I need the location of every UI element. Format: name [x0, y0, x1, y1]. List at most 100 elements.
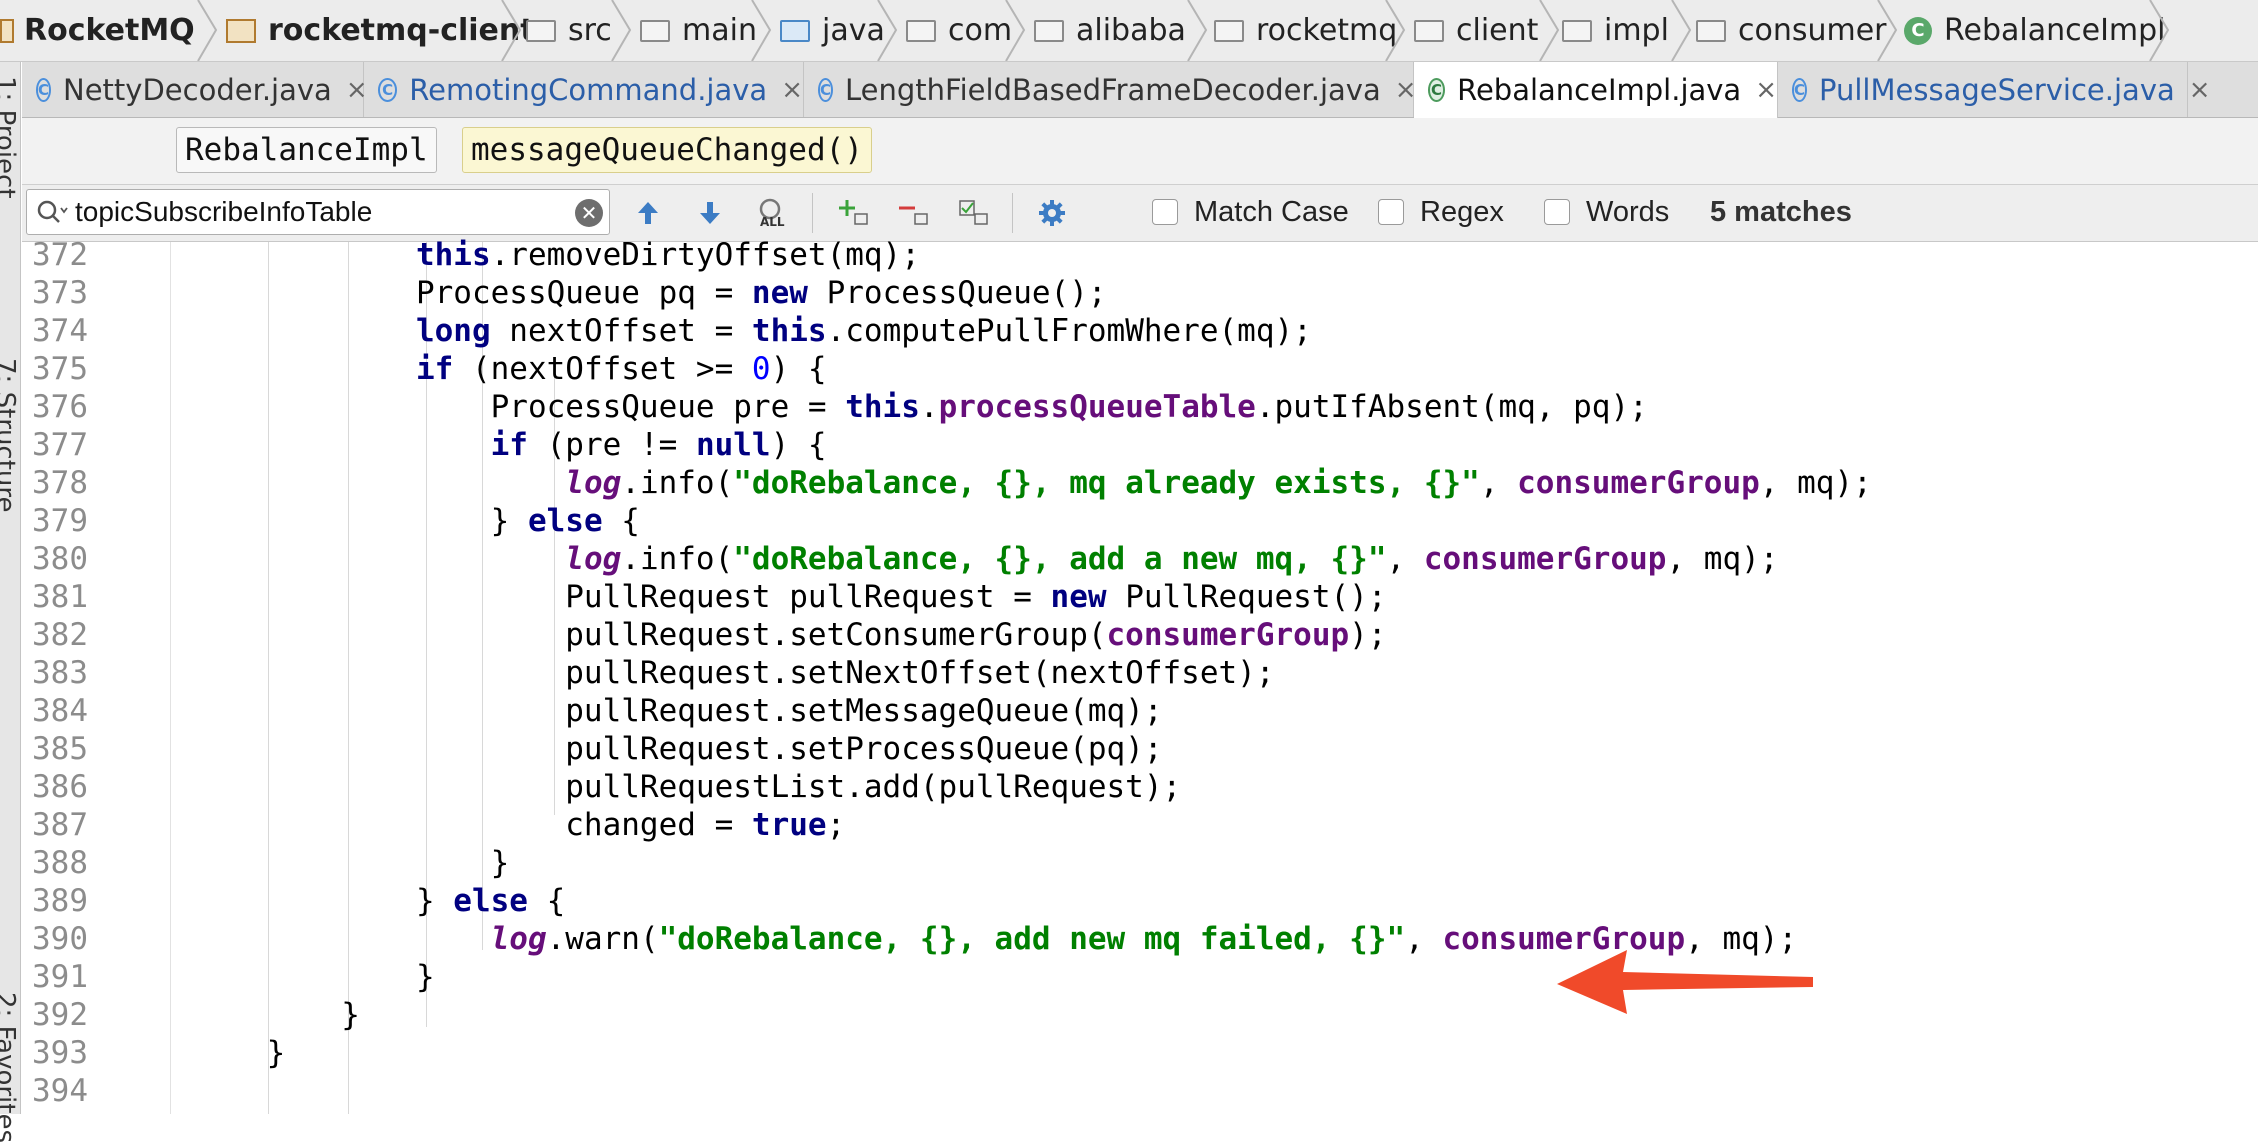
clear-icon[interactable]: ✕: [575, 199, 603, 227]
breadcrumb-label: rocketmq-client: [268, 13, 535, 48]
method-crumb[interactable]: messageQueueChanged(): [462, 127, 872, 173]
code-line: 386 pullRequestList.add(pullRequest);: [22, 768, 2258, 806]
breadcrumb-label: src: [568, 13, 612, 48]
breadcrumb-label: com: [948, 13, 1013, 48]
line-number: 390: [32, 921, 88, 957]
tab-label: RemotingCommand.java: [409, 72, 768, 107]
chevron-right-icon: [1384, 0, 1406, 61]
breadcrumb-item-client[interactable]: client: [1414, 0, 1538, 61]
code-token: if: [415, 351, 454, 387]
chevron-right-icon: [1186, 0, 1208, 61]
code-text: PullRequest pullRequest = new PullReques…: [192, 578, 1386, 616]
close-icon[interactable]: ×: [781, 75, 803, 105]
code-line: 391 }: [22, 958, 2258, 996]
navigation-bar: RocketMQ rocketmq-client src main java c…: [0, 0, 2258, 62]
package-icon: [1034, 19, 1064, 42]
package-icon: [1562, 19, 1592, 42]
add-selection-icon: [839, 200, 868, 225]
code-line: 380 log.info("doRebalance, {}, add a new…: [22, 540, 2258, 578]
line-number: 381: [32, 579, 88, 615]
source-folder-icon: [780, 19, 810, 42]
tab-pull-message-service[interactable]: C PullMessageService.java ×: [1778, 62, 2211, 117]
line-number: 375: [32, 351, 88, 387]
breadcrumb-item-consumer[interactable]: consumer: [1696, 0, 1887, 61]
code-token: .removeDirtyOffset(mq);: [490, 237, 920, 273]
favorites-tool-button[interactable]: 2: Favorites: [0, 992, 20, 1143]
code-token: new: [751, 275, 808, 311]
add-occurrence-button[interactable]: [834, 193, 874, 233]
breadcrumb-label: rocketmq: [1256, 13, 1398, 48]
package-icon: [906, 19, 936, 42]
breadcrumb-item-alibaba[interactable]: alibaba: [1034, 0, 1186, 61]
tab-length-field-decoder[interactable]: C LengthFieldBasedFrameDecoder.java ×: [804, 62, 1417, 117]
breadcrumb-item-com[interactable]: com: [906, 0, 1012, 61]
search-input[interactable]: [75, 194, 545, 230]
close-icon[interactable]: ×: [1755, 75, 1777, 105]
words-checkbox[interactable]: [1544, 199, 1570, 225]
breadcrumb-item-rocketmq[interactable]: rocketmq: [1214, 0, 1397, 61]
breadcrumb-item-project[interactable]: RocketMQ: [0, 0, 195, 61]
exclude-occurrence-button[interactable]: [954, 193, 994, 233]
package-icon: [1696, 19, 1726, 42]
code-editor[interactable]: 372 this.removeDirtyOffset(mq); 373 Proce…: [22, 237, 2258, 1114]
editor-tab-bar: C NettyDecoder.java × C RemotingCommand.…: [22, 62, 2258, 118]
breadcrumb-item-main[interactable]: main: [640, 0, 757, 61]
code-line: 381 PullRequest pullRequest = new PullRe…: [22, 578, 2258, 616]
tab-rebalance-impl[interactable]: C RebalanceImpl.java ×: [1414, 62, 1778, 118]
tab-remoting-command[interactable]: C RemotingCommand.java ×: [364, 62, 804, 117]
tab-label: RebalanceImpl.java: [1457, 73, 1742, 107]
folder-icon: [0, 18, 14, 43]
breadcrumb-item-class[interactable]: C RebalanceImpl: [1904, 0, 2166, 61]
code-line: 392 }: [22, 996, 2258, 1034]
close-icon[interactable]: ×: [2189, 75, 2211, 105]
code-token: .putIfAbsent(mq, pq);: [1255, 389, 1648, 425]
code-token: {: [527, 883, 566, 919]
structure-tool-button[interactable]: 7: Structure: [0, 358, 20, 513]
code-text: pullRequest.setNextOffset(nextOffset);: [192, 654, 1274, 692]
exclude-selection-icon: [959, 200, 988, 225]
breadcrumb-item-java[interactable]: java: [780, 0, 885, 61]
line-number: 373: [32, 275, 88, 311]
code-token: }: [192, 1035, 286, 1071]
next-occurrence-button[interactable]: [690, 193, 730, 233]
code-line: 385 pullRequest.setProcessQueue(pq);: [22, 730, 2258, 768]
class-icon: C: [36, 77, 52, 102]
code-token: .: [919, 389, 939, 425]
code-token: else: [527, 503, 603, 539]
search-field[interactable]: ✕: [26, 189, 610, 235]
code-token: ProcessQueue pq =: [192, 275, 752, 311]
code-token: pullRequestList.add(pullRequest);: [192, 769, 1182, 805]
code-token: long: [415, 313, 491, 349]
line-number: 391: [32, 959, 88, 995]
code-text: pullRequest.setConsumerGroup(consumerGro…: [192, 616, 1386, 654]
match-case-checkbox[interactable]: [1152, 199, 1178, 225]
code-text: changed = true;: [192, 806, 845, 844]
code-token: if: [490, 427, 528, 463]
chevron-right-icon: [1876, 0, 1898, 61]
breadcrumb-label: consumer: [1738, 13, 1887, 48]
regex-checkbox[interactable]: [1378, 199, 1404, 225]
tab-label: LengthFieldBasedFrameDecoder.java: [845, 72, 1381, 107]
breadcrumb-item-src[interactable]: src: [526, 0, 612, 61]
chevron-right-icon: [1670, 0, 1692, 61]
select-all-occurrences-button[interactable]: ALL: [752, 193, 792, 233]
line-number: 389: [32, 883, 88, 919]
code-text: } else {: [192, 882, 565, 920]
settings-button[interactable]: [1032, 193, 1072, 233]
search-icon[interactable]: [35, 198, 69, 232]
previous-occurrence-button[interactable]: [628, 193, 668, 233]
code-line: 388 }: [22, 844, 2258, 882]
code-token: , mq);: [1759, 465, 1872, 501]
project-tool-button[interactable]: 1: Project: [0, 76, 20, 199]
remove-occurrence-button[interactable]: [894, 193, 934, 233]
code-token: null: [695, 427, 771, 463]
tab-netty-decoder[interactable]: C NettyDecoder.java ×: [22, 62, 368, 117]
code-token: this: [751, 313, 827, 349]
breadcrumb-item-impl[interactable]: impl: [1562, 0, 1669, 61]
code-token: log: [565, 465, 622, 501]
class-crumb[interactable]: RebalanceImpl: [176, 127, 437, 173]
breadcrumb-item-module[interactable]: rocketmq-client: [226, 0, 535, 61]
